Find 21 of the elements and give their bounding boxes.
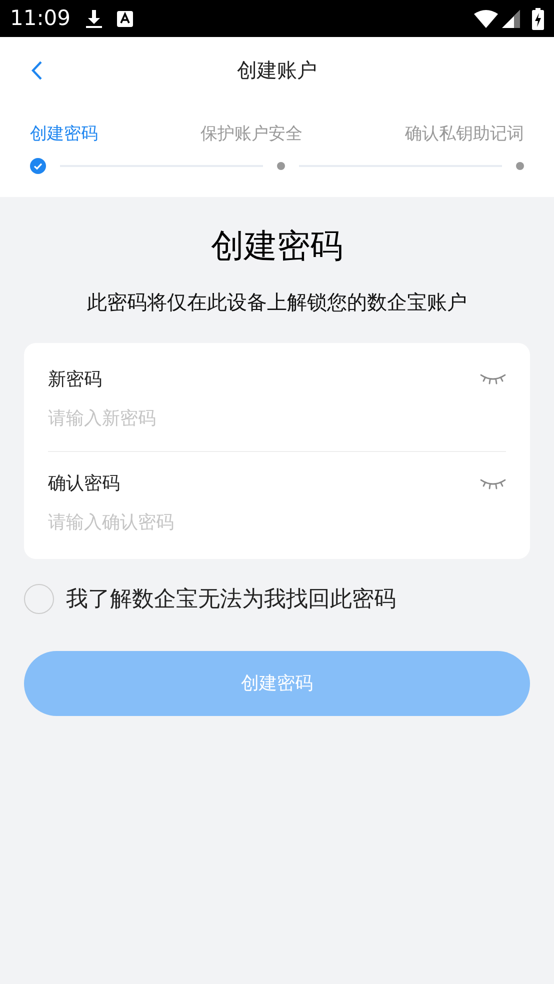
signal-icon: [502, 10, 520, 28]
step-label: 创建密码: [30, 123, 98, 146]
wifi-icon: [474, 10, 498, 28]
heading: 创建密码: [210, 225, 344, 267]
step-label: 确认私钥助记词: [405, 123, 524, 146]
subtitle: 此密码将仅在此设备上解锁您的数企宝账户: [86, 288, 468, 316]
agreement-label: 我了解数企宝无法为我找回此密码: [66, 586, 396, 614]
eye-closed-icon[interactable]: [480, 373, 506, 385]
eye-closed-icon[interactable]: [480, 478, 506, 490]
field-label: 确认密码: [48, 472, 120, 496]
password-field[interactable]: 请输入新密码: [48, 404, 506, 432]
status-time: 11:09: [10, 4, 71, 32]
field-label: 新密码: [48, 368, 102, 392]
back-icon: [30, 60, 42, 80]
font-icon: [116, 10, 133, 26]
step-label: 保护账户安全: [200, 123, 302, 146]
download-icon: [84, 8, 103, 28]
agreement-checkbox[interactable]: [24, 584, 54, 614]
battery-charging-icon: [532, 8, 544, 30]
page-title: 创建账户: [237, 57, 317, 84]
password-field[interactable]: 请输入确认密码: [48, 509, 506, 536]
